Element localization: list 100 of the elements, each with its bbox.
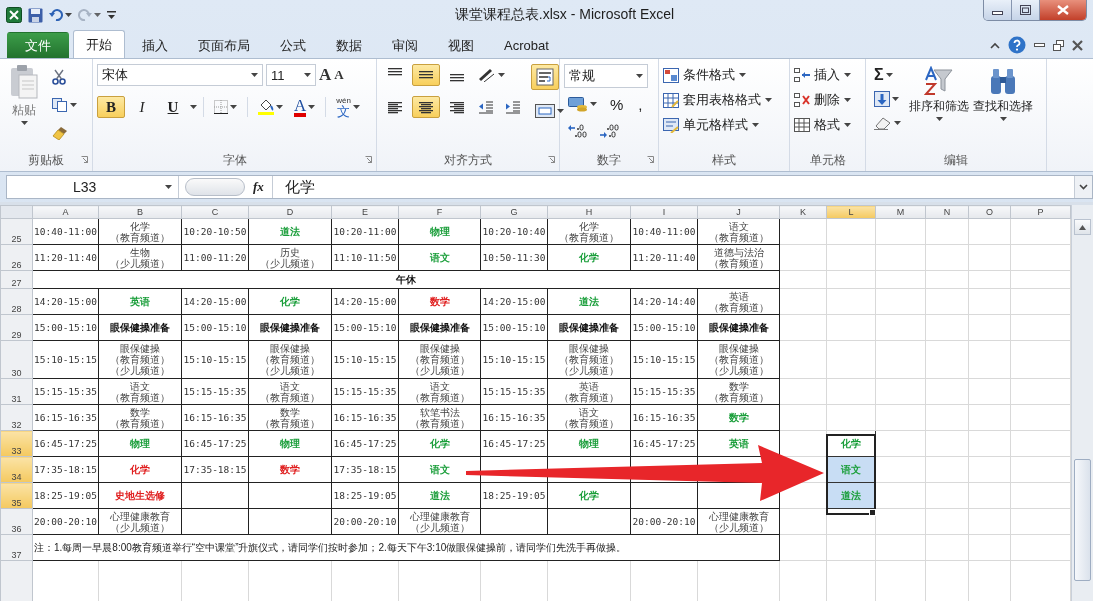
undo-icon (49, 9, 63, 21)
dialog-launcher-button[interactable] (81, 156, 88, 163)
cell-text: 化学 (130, 220, 151, 232)
table-cell: 18:25-19:05 (480, 482, 548, 509)
decrease-decimal-icon (599, 124, 619, 138)
ribbon-tab[interactable]: 开始 (73, 30, 125, 58)
row-header[interactable]: 25 (0, 218, 33, 245)
ribbon-tab[interactable]: 数据 (323, 32, 375, 58)
number-format-dropdown[interactable]: 常规 (564, 64, 648, 88)
caret-icon (999, 117, 1007, 122)
table-cell: 14:20-14:40 (630, 288, 698, 315)
dialog-launcher-button[interactable] (548, 156, 555, 163)
cell-text: 眼保健操 (717, 343, 760, 354)
caret-icon (739, 72, 746, 78)
column-header[interactable]: O (968, 205, 1011, 219)
column-header[interactable]: F (398, 205, 481, 219)
collapse-ribbon-button[interactable] (990, 41, 1000, 49)
row-header[interactable]: 31 (0, 378, 33, 405)
close-button[interactable] (1040, 0, 1086, 20)
cell-text: 数学 (130, 406, 151, 418)
caret-icon (308, 104, 316, 110)
column-header[interactable]: H (547, 205, 631, 219)
formula-controls-drawing (185, 178, 245, 196)
insert-function-button[interactable]: fx (245, 179, 272, 195)
ribbon-tab[interactable]: 插入 (129, 32, 181, 58)
column-header[interactable]: N (925, 205, 969, 219)
cells-menu-button[interactable]: 插入 (794, 64, 861, 86)
expand-formula-button[interactable] (1074, 176, 1092, 198)
column-header[interactable]: B (98, 205, 182, 219)
cells-menu-button[interactable]: 删除 (794, 89, 861, 111)
column-header[interactable]: C (181, 205, 249, 219)
wrap-text-button[interactable] (531, 64, 559, 90)
column-header[interactable]: G (480, 205, 548, 219)
ribbon-tab[interactable]: 页面布局 (185, 32, 263, 58)
ribbon-tab[interactable]: Acrobat (491, 32, 562, 58)
help-icon (1008, 36, 1026, 54)
row-header[interactable]: 32 (0, 404, 33, 431)
text-angle-icon (478, 68, 496, 82)
row-header[interactable]: 36 (0, 508, 33, 535)
column-header[interactable]: D (248, 205, 332, 219)
find-select-button[interactable]: 查找和选择 (973, 64, 1033, 149)
file-tab[interactable]: 文件 (7, 32, 69, 58)
ribbon-tab[interactable]: 视图 (435, 32, 487, 58)
style-menu-button[interactable]: 单元格样式 (663, 114, 785, 136)
minimize-button[interactable] (1034, 42, 1045, 48)
column-header[interactable]: E (331, 205, 399, 219)
ribbon-tab[interactable]: 审阅 (379, 32, 431, 58)
sort-filter-button[interactable]: 排序和筛选 (909, 64, 969, 149)
style-menu-button[interactable]: 条件格式 (663, 64, 785, 86)
close-button[interactable] (1072, 39, 1083, 51)
row-header[interactable]: 29 (0, 314, 33, 341)
maximize-button[interactable] (1012, 0, 1040, 20)
table-cell: 10:20-10:40 (480, 218, 548, 245)
row-header[interactable]: 30 (0, 340, 33, 379)
row-header[interactable]: 28 (0, 288, 33, 315)
dialog-launcher-button[interactable] (647, 156, 654, 163)
group-label: 编辑 (944, 151, 968, 169)
vertical-scrollbar[interactable] (1071, 205, 1093, 601)
autosum-button[interactable]: Σ (870, 64, 905, 86)
cell-grid-icon (794, 118, 810, 132)
column-header[interactable]: K (779, 205, 827, 219)
row-header[interactable]: 26 (0, 244, 33, 271)
cells-menu-button[interactable]: 格式 (794, 114, 861, 136)
column-header[interactable]: P (1010, 205, 1071, 219)
cell-text: 眼保健操 (269, 343, 311, 354)
scroll-up-button[interactable] (1074, 219, 1091, 235)
font-name-dropdown[interactable]: 宋体 (97, 64, 263, 86)
grow-font-button[interactable]: A (319, 65, 332, 85)
column-header[interactable]: I (630, 205, 698, 219)
align-center-button[interactable] (412, 96, 440, 118)
name-box[interactable]: L33 (7, 176, 179, 198)
align-middle-button[interactable] (412, 64, 440, 86)
row-header[interactable]: 35 (0, 482, 33, 509)
fill-handle[interactable] (869, 509, 876, 516)
column-header[interactable]: A (32, 205, 99, 219)
font-size-dropdown[interactable]: 11 (266, 64, 316, 86)
help-button[interactable] (1008, 36, 1026, 54)
cell-text: （教育频道） (259, 354, 321, 365)
column-header[interactable]: L (826, 205, 876, 219)
column-header[interactable]: M (875, 205, 926, 219)
underline-button[interactable]: U (159, 96, 187, 118)
row-header[interactable]: 37 (0, 534, 33, 561)
row-header[interactable]: 33 (0, 430, 33, 457)
paste-button[interactable]: 粘贴 (4, 64, 44, 149)
scroll-thumb[interactable] (1074, 459, 1091, 581)
restore-button[interactable] (1053, 39, 1064, 51)
column-header[interactable]: J (697, 205, 780, 219)
row-header[interactable]: 34 (0, 456, 33, 483)
ribbon-tab[interactable]: 公式 (267, 32, 319, 58)
minimize-button[interactable] (984, 0, 1012, 20)
bold-button[interactable]: B (97, 96, 125, 118)
table-cell: 道法 (398, 482, 481, 509)
dialog-launcher-button[interactable] (365, 156, 372, 163)
style-menu-button[interactable]: 套用表格格式 (663, 89, 785, 111)
percent-button[interactable]: % (604, 93, 630, 115)
comma-style-button[interactable]: , (632, 93, 649, 115)
phonetic-guide-button[interactable]: wén 文 (332, 96, 364, 118)
shrink-font-button[interactable]: A (334, 67, 344, 83)
font-color-button[interactable]: A (290, 96, 320, 118)
italic-button[interactable]: I (128, 96, 156, 118)
